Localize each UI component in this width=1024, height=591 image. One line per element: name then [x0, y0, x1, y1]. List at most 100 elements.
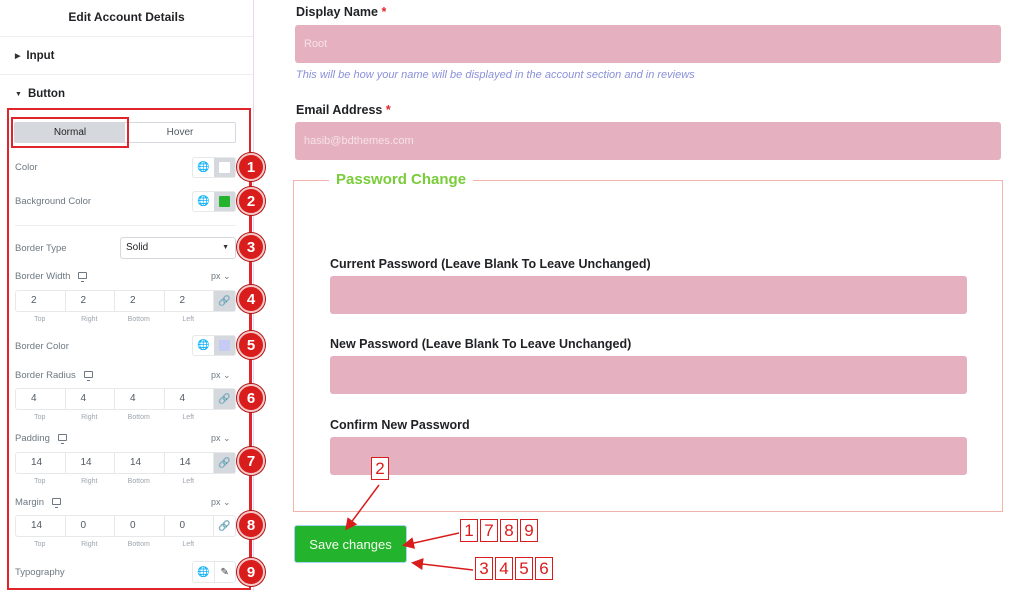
unlink-icon[interactable]: 🔗 — [214, 516, 235, 536]
border-color-control[interactable]: 🌐 — [192, 335, 236, 356]
dim-label: Bottom — [127, 414, 150, 421]
border-width-bottom[interactable]: 2 — [115, 291, 165, 311]
password-change-legend: Password Change — [329, 171, 474, 188]
section-input[interactable]: ▶ Input — [0, 37, 253, 75]
tab-highlight — [11, 117, 129, 148]
dim-label: Right — [81, 541, 98, 548]
globe-icon[interactable]: 🌐 — [193, 192, 214, 211]
monitor-icon[interactable] — [52, 498, 62, 508]
padding-left[interactable]: 14 — [165, 453, 214, 473]
monitor-icon[interactable] — [83, 371, 93, 381]
unit-select[interactable]: px ⌄ — [211, 271, 231, 282]
dim-label: Top — [34, 414, 46, 421]
padding-label: Padding — [15, 433, 67, 444]
padding-top[interactable]: 14 — [16, 453, 66, 473]
badge-5: 5 — [237, 331, 265, 359]
border-swatch-button[interactable] — [214, 336, 235, 355]
color-control[interactable]: 🌐 — [192, 157, 236, 178]
border-radius-label: Border Radius — [15, 370, 93, 381]
confirm-password-label: Confirm New Password — [330, 418, 470, 432]
margin-label: Margin — [15, 497, 62, 508]
display-name-label: Display Name * — [296, 5, 386, 19]
margin-left[interactable]: 0 — [165, 516, 214, 536]
current-password-input[interactable] — [330, 276, 967, 314]
badge-4: 4 — [237, 285, 265, 313]
tab-hover[interactable]: Hover — [125, 123, 235, 142]
dim-label: Bottom — [127, 541, 150, 548]
link-icon[interactable]: 🔗 — [214, 453, 235, 473]
display-name-hint: This will be how your name will be displ… — [296, 69, 695, 81]
border-type-value: Solid — [126, 242, 149, 253]
globe-icon[interactable]: 🌐 — [193, 158, 214, 177]
border-radius-top[interactable]: 4 — [16, 389, 66, 409]
email-label: Email Address * — [296, 103, 391, 117]
dim-label: Right — [81, 414, 98, 421]
callout-number: 2 — [371, 457, 389, 480]
color-swatch-button[interactable] — [214, 158, 235, 177]
border-width-left[interactable]: 2 — [165, 291, 214, 311]
background-swatch-button[interactable] — [214, 192, 235, 211]
margin-right[interactable]: 0 — [66, 516, 115, 536]
border-width-inputs: 2 2 2 2 🔗 — [15, 290, 236, 312]
border-color-swatch — [219, 340, 230, 351]
pencil-icon[interactable]: ✎ — [215, 562, 236, 582]
border-width-top[interactable]: 2 — [16, 291, 66, 311]
dim-label: Bottom — [127, 316, 150, 323]
dim-label: Left — [182, 541, 195, 548]
confirm-password-input[interactable] — [330, 437, 967, 475]
unit-select[interactable]: px ⌄ — [211, 433, 231, 444]
callout-number: 9 — [520, 519, 538, 542]
callout-number: 6 — [535, 557, 553, 580]
monitor-icon[interactable] — [78, 272, 88, 282]
required-mark: * — [381, 5, 387, 19]
border-width-right[interactable]: 2 — [66, 291, 115, 311]
link-icon[interactable]: 🔗 — [214, 291, 235, 311]
unit-text: px — [211, 370, 221, 380]
unit-select[interactable]: px ⌄ — [211, 370, 231, 381]
border-type-label: Border Type — [15, 243, 67, 254]
dim-label: Bottom — [127, 478, 150, 485]
margin-top[interactable]: 14 — [16, 516, 66, 536]
dim-label: Left — [182, 414, 195, 421]
padding-bottom[interactable]: 14 — [115, 453, 165, 473]
new-password-input[interactable] — [330, 356, 967, 394]
typography-label: Typography — [15, 567, 65, 578]
typography-control: 🌐 ✎ — [192, 561, 236, 583]
badge-3: 3 — [237, 233, 265, 261]
monitor-icon[interactable] — [57, 434, 67, 444]
email-input[interactable]: hasib@bdthemes.com — [295, 122, 1001, 160]
dim-labels: Top Right Bottom Left — [15, 414, 215, 421]
margin-bottom[interactable]: 0 — [115, 516, 165, 536]
unit-text: px — [211, 497, 221, 507]
globe-icon[interactable]: 🌐 — [193, 336, 214, 355]
margin-inputs: 14 0 0 0 🔗 — [15, 515, 236, 537]
link-icon[interactable]: 🔗 — [214, 389, 235, 409]
email-text: Email Address — [296, 103, 383, 117]
panel-title: Edit Account Details — [0, 0, 253, 37]
dim-label: Top — [34, 316, 46, 323]
callout-number: 3 — [475, 557, 493, 580]
callout-number: 5 — [515, 557, 533, 580]
callout-number: 1 — [460, 519, 478, 542]
border-radius-bottom[interactable]: 4 — [115, 389, 165, 409]
dropdown-arrow-icon: ▼ — [222, 244, 229, 251]
border-radius-right[interactable]: 4 — [66, 389, 115, 409]
background-color-control[interactable]: 🌐 — [192, 191, 236, 212]
current-password-label: Current Password (Leave Blank To Leave U… — [330, 257, 651, 271]
save-changes-button[interactable]: Save changes — [294, 525, 407, 563]
border-type-select[interactable]: Solid ▼ — [120, 237, 236, 259]
unit-text: px — [211, 433, 221, 443]
padding-right[interactable]: 14 — [66, 453, 115, 473]
callout-right-lower: 3 4 5 6 — [475, 557, 553, 580]
border-radius-left[interactable]: 4 — [165, 389, 214, 409]
section-button-label: Button — [27, 88, 65, 100]
arrow-to-button-text — [402, 532, 460, 549]
unit-select[interactable]: px ⌄ — [211, 497, 231, 508]
screen: Edit Account Details ▶ Input ▼ Button No… — [0, 0, 1024, 591]
display-name-input[interactable]: Root — [295, 25, 1001, 63]
border-radius-inputs: 4 4 4 4 🔗 — [15, 388, 236, 410]
dim-label: Top — [34, 541, 46, 548]
globe-icon[interactable]: 🌐 — [193, 562, 215, 582]
badge-9: 9 — [237, 558, 265, 586]
border-width-label: Border Width — [15, 271, 88, 282]
